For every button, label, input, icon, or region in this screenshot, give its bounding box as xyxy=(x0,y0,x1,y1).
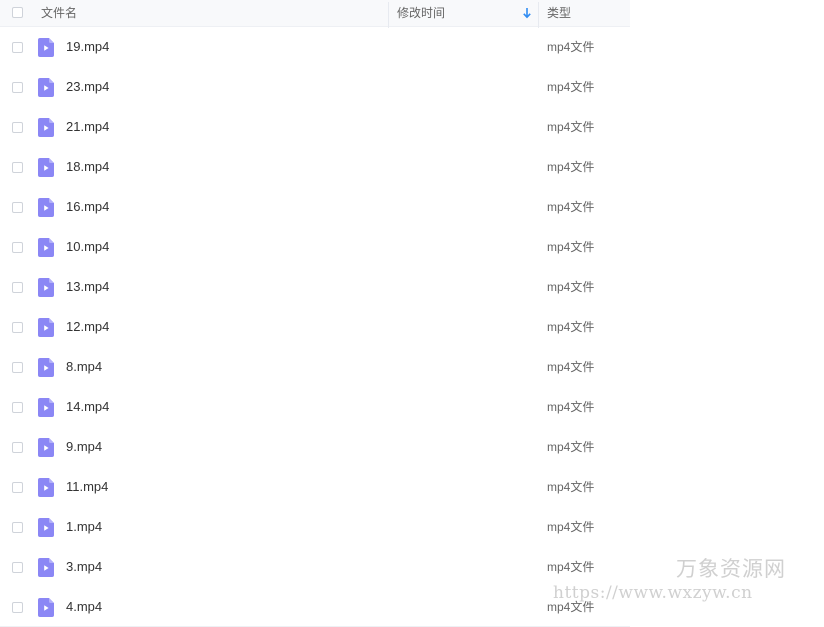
file-type: mp4文件 xyxy=(547,440,595,454)
file-name[interactable]: 3.mp4 xyxy=(66,547,102,587)
table-row[interactable]: 13.mp4 mp4文件 xyxy=(0,267,630,307)
row-checkbox[interactable] xyxy=(12,482,23,493)
row-checkbox[interactable] xyxy=(12,602,23,613)
row-checkbox[interactable] xyxy=(12,202,23,213)
file-type: mp4文件 xyxy=(547,40,595,54)
table-row[interactable]: 12.mp4 mp4文件 xyxy=(0,307,630,347)
row-checkbox[interactable] xyxy=(12,82,23,93)
video-file-icon[interactable] xyxy=(38,478,54,497)
column-header-name[interactable]: 文件名 xyxy=(41,0,77,26)
video-file-icon[interactable] xyxy=(38,238,54,257)
row-checkbox[interactable] xyxy=(12,362,23,373)
file-type: mp4文件 xyxy=(547,120,595,134)
file-name[interactable]: 8.mp4 xyxy=(66,347,102,387)
column-divider[interactable] xyxy=(538,2,539,28)
row-checkbox[interactable] xyxy=(12,242,23,253)
video-file-icon[interactable] xyxy=(38,198,54,217)
file-name[interactable]: 13.mp4 xyxy=(66,267,109,307)
file-type: mp4文件 xyxy=(547,280,595,294)
file-type: mp4文件 xyxy=(547,400,595,414)
file-type: mp4文件 xyxy=(547,240,595,254)
file-list-table: 文件名 修改时间 类型 19.mp4 mp4文件 23.mp4 mp4文件 21.mp4… xyxy=(0,0,630,627)
select-all-checkbox[interactable] xyxy=(12,7,23,18)
video-file-icon[interactable] xyxy=(38,438,54,457)
file-type: mp4文件 xyxy=(547,480,595,494)
table-row[interactable]: 21.mp4 mp4文件 xyxy=(0,107,630,147)
file-name[interactable]: 18.mp4 xyxy=(66,147,109,187)
video-file-icon[interactable] xyxy=(38,78,54,97)
file-name[interactable]: 4.mp4 xyxy=(66,587,102,627)
table-row[interactable]: 1.mp4 mp4文件 xyxy=(0,507,630,547)
file-name[interactable]: 21.mp4 xyxy=(66,107,109,147)
row-checkbox[interactable] xyxy=(12,402,23,413)
table-row[interactable]: 23.mp4 mp4文件 xyxy=(0,67,630,107)
file-name[interactable]: 16.mp4 xyxy=(66,187,109,227)
file-type: mp4文件 xyxy=(547,80,595,94)
video-file-icon[interactable] xyxy=(38,118,54,137)
column-divider[interactable] xyxy=(388,2,389,28)
row-checkbox[interactable] xyxy=(12,162,23,173)
file-type: mp4文件 xyxy=(547,560,595,574)
video-file-icon[interactable] xyxy=(38,158,54,177)
file-name[interactable]: 10.mp4 xyxy=(66,227,109,267)
file-type: mp4文件 xyxy=(547,360,595,374)
row-checkbox[interactable] xyxy=(12,562,23,573)
file-name[interactable]: 23.mp4 xyxy=(66,67,109,107)
table-row[interactable]: 19.mp4 mp4文件 xyxy=(0,27,630,67)
video-file-icon[interactable] xyxy=(38,278,54,297)
file-type: mp4文件 xyxy=(547,320,595,334)
arrow-down-icon[interactable] xyxy=(522,7,532,19)
file-name[interactable]: 1.mp4 xyxy=(66,507,102,547)
watermark-url: https://www.wxzyw.cn xyxy=(553,583,753,603)
watermark-title: 万象资源网 xyxy=(676,557,786,581)
column-header-type[interactable]: 类型 xyxy=(547,0,571,26)
table-row[interactable]: 11.mp4 mp4文件 xyxy=(0,467,630,507)
column-header-modified[interactable]: 修改时间 xyxy=(397,0,445,26)
video-file-icon[interactable] xyxy=(38,38,54,57)
table-row[interactable]: 9.mp4 mp4文件 xyxy=(0,427,630,467)
file-type: mp4文件 xyxy=(547,160,595,174)
video-file-icon[interactable] xyxy=(38,398,54,417)
row-checkbox[interactable] xyxy=(12,122,23,133)
video-file-icon[interactable] xyxy=(38,598,54,617)
video-file-icon[interactable] xyxy=(38,318,54,337)
row-checkbox[interactable] xyxy=(12,322,23,333)
table-row[interactable]: 4.mp4 mp4文件 xyxy=(0,587,630,627)
table-header: 文件名 修改时间 类型 xyxy=(0,0,630,28)
file-type: mp4文件 xyxy=(547,520,595,534)
video-file-icon[interactable] xyxy=(38,358,54,377)
video-file-icon[interactable] xyxy=(38,558,54,577)
row-checkbox[interactable] xyxy=(12,522,23,533)
row-checkbox[interactable] xyxy=(12,442,23,453)
file-name[interactable]: 12.mp4 xyxy=(66,307,109,347)
table-row[interactable]: 16.mp4 mp4文件 xyxy=(0,187,630,227)
video-file-icon[interactable] xyxy=(38,518,54,537)
file-rows: 19.mp4 mp4文件 23.mp4 mp4文件 21.mp4 mp4文件 18.mp4 m… xyxy=(0,27,630,627)
file-name[interactable]: 9.mp4 xyxy=(66,427,102,467)
file-name[interactable]: 14.mp4 xyxy=(66,387,109,427)
file-name[interactable]: 19.mp4 xyxy=(66,27,109,67)
file-type: mp4文件 xyxy=(547,200,595,214)
table-row[interactable]: 8.mp4 mp4文件 xyxy=(0,347,630,387)
table-row[interactable]: 10.mp4 mp4文件 xyxy=(0,227,630,267)
table-row[interactable]: 14.mp4 mp4文件 xyxy=(0,387,630,427)
row-checkbox[interactable] xyxy=(12,42,23,53)
file-name[interactable]: 11.mp4 xyxy=(66,467,108,507)
row-checkbox[interactable] xyxy=(12,282,23,293)
table-row[interactable]: 3.mp4 mp4文件 xyxy=(0,547,630,587)
table-row[interactable]: 18.mp4 mp4文件 xyxy=(0,147,630,187)
